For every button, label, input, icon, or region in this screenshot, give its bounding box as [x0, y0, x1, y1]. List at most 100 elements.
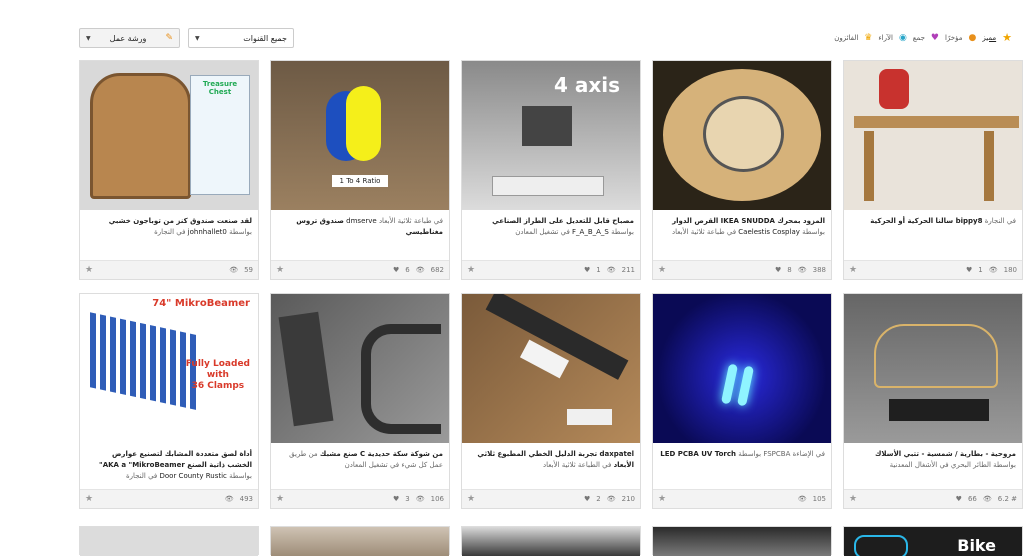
sort-nav: ★ مميز ● مؤخرًا ♥ جمع ◉ الآراء ♛ الفائزو…: [834, 31, 1012, 44]
favorite-star-icon[interactable]: ★: [276, 494, 284, 504]
eye-icon: 👁: [606, 495, 616, 503]
project-thumbnail[interactable]: 74" MikroBeamer Fully Loaded with 36 Clamp…: [80, 294, 258, 443]
project-thumbnail[interactable]: [462, 294, 640, 443]
project-thumbnail[interactable]: 1 To 4 Ratio: [271, 61, 449, 210]
project-title[interactable]: مروحية - بطارية / شمسية - تتبي الأسلاك: [875, 450, 1016, 458]
project-title[interactable]: مصباح قابل للتعديل على الطراز الصناعي: [492, 217, 634, 225]
project-card[interactable]: daxpatel تجربة الدليل الخطي المطبوع ثلاث…: [461, 293, 641, 509]
star-icon: ★: [1002, 31, 1012, 44]
chevron-down-icon: ▼: [86, 34, 91, 42]
card-stats: ★ 👁 59: [80, 260, 258, 279]
favorite-star-icon[interactable]: ★: [849, 494, 857, 504]
project-info: في النجارة bippy8 سالنا الحركية أو الحرك…: [870, 217, 1016, 225]
heart-icon: ♥: [583, 495, 591, 503]
heart-icon: ♥: [774, 266, 782, 274]
project-card[interactable]: من شوكة سكة حديدية C صنع مشبك من طريق عم…: [270, 293, 450, 509]
card-stats: ★ ♥ 8 👁 388: [653, 260, 831, 279]
eye-icon: 👁: [415, 266, 425, 274]
heart-icon: ♥: [392, 266, 400, 274]
project-card[interactable]: 1 To 4 Ratio في طباعة ثلاثية الأبعاد dms…: [270, 60, 450, 280]
project-thumbnail[interactable]: [271, 294, 449, 443]
project-card[interactable]: المزود بمحرك IKEA SNUDDA القرص الدوار بو…: [652, 60, 832, 280]
card-stats: ★ ♥ 6 👁 682: [271, 260, 449, 279]
project-thumbnail[interactable]: [271, 527, 449, 556]
project-info: مصباح قابل للتعديل على الطراز الصناعي بو…: [492, 217, 634, 236]
workshop-label: ورشة عمل: [109, 33, 147, 43]
project-info: في طباعة ثلاثية الأبعاد dmserve صندوق تر…: [296, 217, 443, 236]
project-thumbnail[interactable]: 4 axis: [462, 61, 640, 210]
project-card[interactable]: [79, 526, 259, 556]
favorite-star-icon[interactable]: ★: [849, 265, 857, 275]
project-thumbnail[interactable]: [844, 294, 1022, 443]
card-stats: ★ 👁 105: [653, 489, 831, 508]
project-card[interactable]: مروحية - بطارية / شمسية - تتبي الأسلاك ب…: [843, 293, 1023, 509]
trophy-icon: ♛: [864, 32, 873, 43]
project-thumbnail[interactable]: [653, 527, 831, 556]
card-stats: ★ ♥ 2 👁 210: [462, 489, 640, 508]
favorite-star-icon[interactable]: ★: [467, 265, 475, 275]
project-card[interactable]: في الإضاءة FSPCBA بواسطة LED PCBA UV Tor…: [652, 293, 832, 509]
project-card[interactable]: Treasure Chest لقد صنعت صندوق كنز من توب…: [79, 60, 259, 280]
project-card[interactable]: 74" MikroBeamer Fully Loaded with 36 Clamp…: [79, 293, 259, 509]
project-card[interactable]: [270, 526, 450, 556]
project-info: لقد صنعت صندوق كنز من توباجون خشبي بواسط…: [108, 217, 252, 236]
eye-icon: 👁: [797, 495, 807, 503]
channels-dropdown[interactable]: ▼ جميع القنوات: [188, 28, 294, 48]
project-title[interactable]: أداة لصق متعددة المشابك لتصنيع عوارض الخ…: [99, 450, 252, 469]
project-thumbnail[interactable]: [80, 527, 258, 556]
project-card[interactable]: Bike: [843, 526, 1023, 556]
project-author[interactable]: johnhallet0: [188, 228, 227, 236]
heart-icon: ♥: [392, 495, 400, 503]
favorite-star-icon[interactable]: ★: [658, 265, 666, 275]
views-count: 59: [244, 266, 253, 274]
project-title[interactable]: المزود بمحرك IKEA SNUDDA القرص الدوار: [672, 217, 825, 225]
nav-recent[interactable]: مؤخرًا: [945, 34, 963, 42]
project-title[interactable]: LED PCBA UV Torch: [660, 450, 736, 458]
project-info: المزود بمحرك IKEA SNUDDA القرص الدوار بو…: [672, 217, 825, 236]
eye-icon: 👁: [982, 495, 992, 503]
card-stats: ★ ♥ 1 👁 180: [844, 260, 1022, 279]
card-stats: ★ ♥ 66 👁 6.2 #: [844, 489, 1022, 508]
favorite-star-icon[interactable]: ★: [85, 494, 93, 504]
project-thumbnail[interactable]: [653, 294, 831, 443]
eye-icon: 👁: [224, 495, 234, 503]
nav-views[interactable]: الآراء: [878, 34, 893, 42]
eye-icon: ◉: [898, 32, 907, 43]
project-card[interactable]: في النجارة bippy8 سالنا الحركية أو الحرك…: [843, 60, 1023, 280]
eye-icon: 👁: [415, 495, 425, 503]
favorite-star-icon[interactable]: ★: [276, 265, 284, 275]
heart-icon: ♥: [930, 32, 939, 43]
project-title[interactable]: bippy8 سالنا الحركية أو الحركية: [870, 217, 982, 225]
project-title[interactable]: لقد صنعت صندوق كنز من توباجون خشبي: [109, 217, 252, 225]
channels-label: جميع القنوات: [243, 33, 287, 43]
heart-icon: ♥: [955, 495, 962, 503]
clock-icon: ●: [968, 32, 977, 43]
filter-bar: ▼ ورشة عمل ✎ ▼ جميع القنوات: [79, 28, 294, 48]
nav-featured[interactable]: مميز: [982, 34, 996, 42]
card-stats: ★ ♥ 3 👁 106: [271, 489, 449, 508]
project-thumbnail[interactable]: [844, 61, 1022, 210]
top-bar: ▼ ورشة عمل ✎ ▼ جميع القنوات ★ مميز ● مؤخ…: [0, 0, 1024, 52]
workshop-dropdown[interactable]: ▼ ورشة عمل ✎: [79, 28, 180, 48]
nav-winners[interactable]: الفائزون: [834, 34, 858, 42]
project-card[interactable]: 4 axis مصباح قابل للتعديل على الطراز الص…: [461, 60, 641, 280]
project-card[interactable]: [461, 526, 641, 556]
favorite-star-icon[interactable]: ★: [658, 494, 666, 504]
project-thumbnail[interactable]: [653, 61, 831, 210]
flyer: Treasure Chest: [190, 75, 250, 195]
eye-icon: 👁: [229, 266, 239, 274]
project-title[interactable]: من شوكة سكة حديدية C صنع مشبك: [320, 450, 443, 458]
eye-icon: 👁: [797, 266, 807, 274]
project-thumbnail[interactable]: Bike: [844, 527, 1022, 556]
eye-icon: 👁: [988, 266, 998, 274]
nav-popular[interactable]: جمع: [913, 34, 925, 42]
project-thumbnail[interactable]: Treasure Chest: [80, 61, 258, 210]
favorite-star-icon[interactable]: ★: [85, 265, 93, 275]
heart-icon: ♥: [583, 266, 591, 274]
favorite-star-icon[interactable]: ★: [467, 494, 475, 504]
project-thumbnail[interactable]: [462, 527, 640, 556]
project-card[interactable]: [652, 526, 832, 556]
chevron-down-icon: ▼: [195, 34, 200, 42]
card-stats: ★ ♥ 1 👁 211: [462, 260, 640, 279]
card-stats: ★ 👁 493: [80, 489, 258, 508]
